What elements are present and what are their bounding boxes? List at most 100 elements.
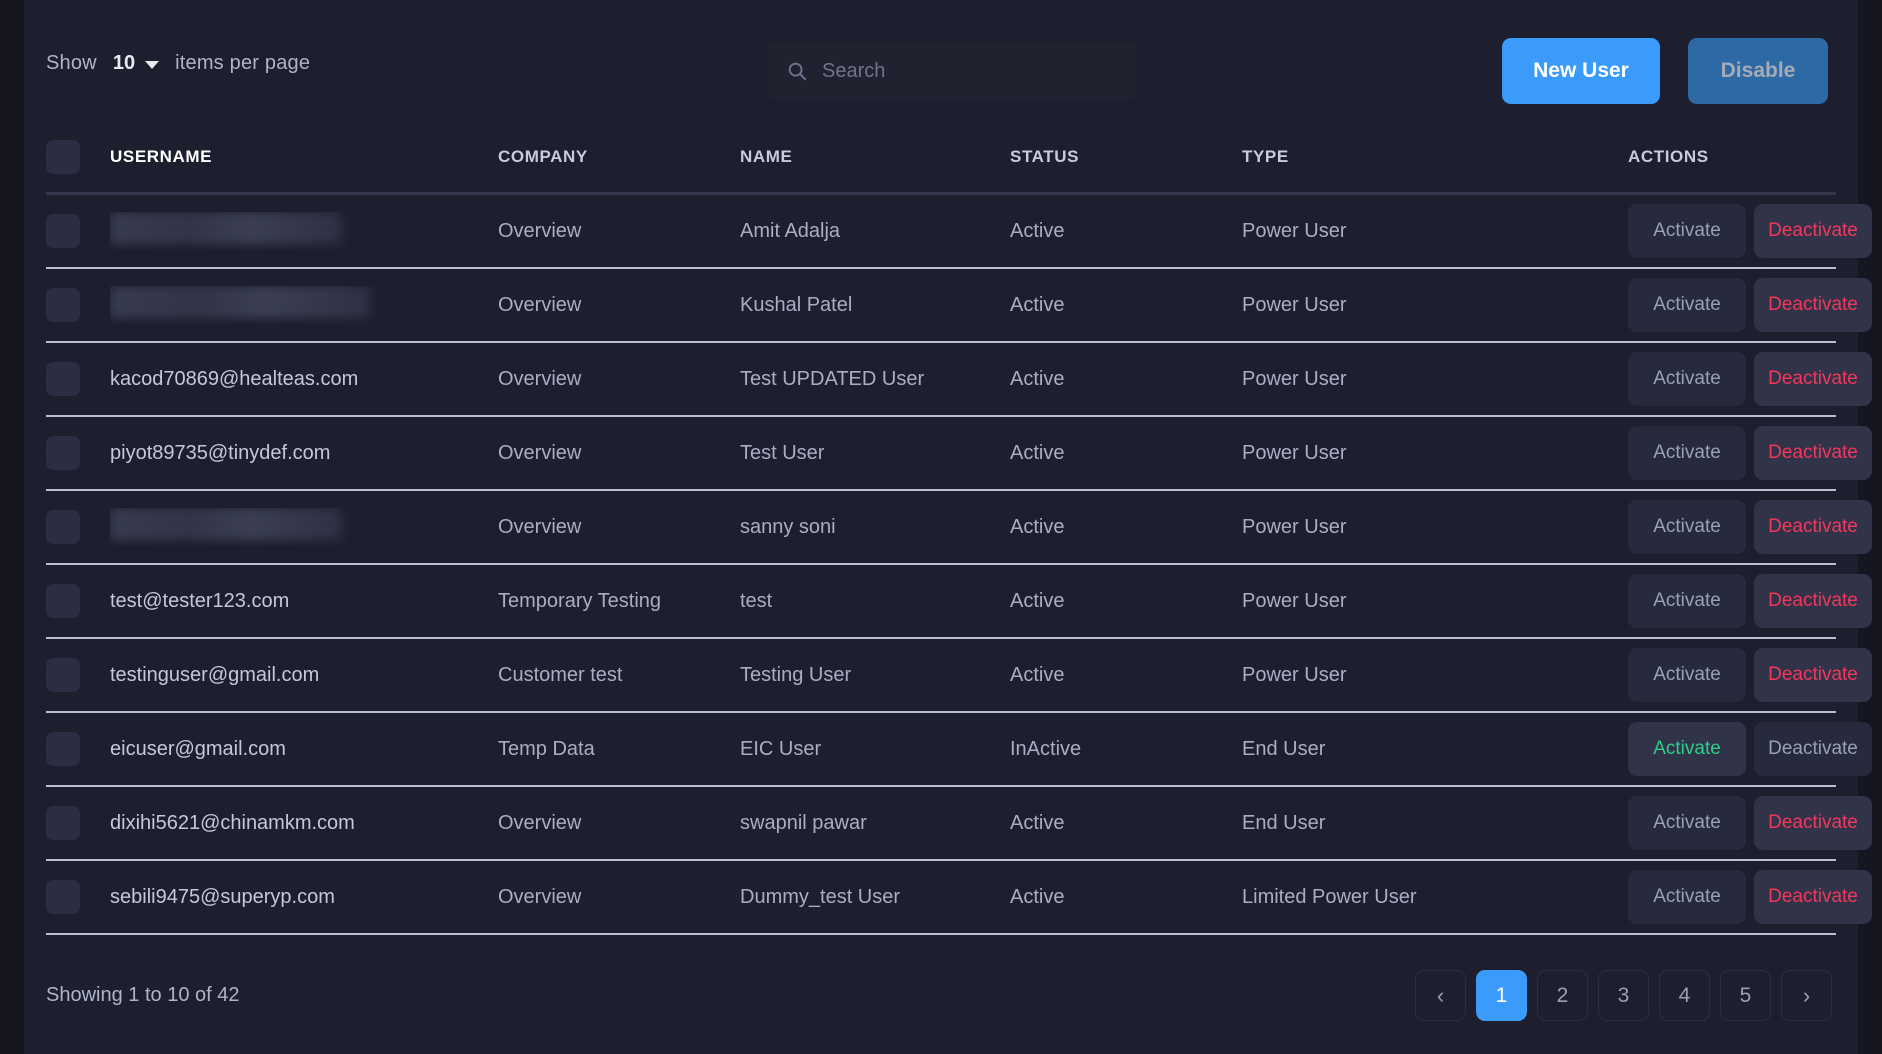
show-label: Show	[46, 52, 97, 74]
row-checkbox[interactable]	[46, 806, 80, 840]
activate-button[interactable]: Activate	[1628, 870, 1746, 924]
row-checkbox[interactable]	[46, 658, 80, 692]
deactivate-button[interactable]: Deactivate	[1754, 426, 1872, 480]
row-select-cell	[46, 806, 110, 840]
cell-actions: Activate Deactivate	[1628, 722, 1872, 776]
cell-name: Test UPDATED User	[740, 367, 925, 390]
disable-button[interactable]: Disable	[1688, 38, 1828, 104]
cell-name: Kushal Patel	[740, 293, 853, 316]
items-per-page-label: items per page	[175, 52, 311, 74]
cell-type: Power User	[1242, 663, 1347, 686]
page-size-select[interactable]: 10	[111, 50, 161, 77]
table-row: kacod70869@healteas.com Overview Test UPDA…	[24, 343, 1872, 415]
cell-status: Active	[1010, 219, 1065, 242]
username-text: sebili9475@superyp.com	[110, 885, 335, 908]
pagination-page-3[interactable]: 3	[1598, 970, 1649, 1021]
activate-button[interactable]: Activate	[1628, 352, 1746, 406]
activate-button[interactable]: Activate	[1628, 426, 1746, 480]
column-header-username[interactable]: USERNAME	[110, 147, 498, 167]
cell-status: Active	[1010, 367, 1065, 390]
table-row: Overview sanny soni Active Power User Activa…	[24, 491, 1872, 563]
cell-status: Active	[1010, 811, 1065, 834]
pagination-page-4[interactable]: 4	[1659, 970, 1710, 1021]
cell-username: piyot89735@tinydef.com	[110, 442, 498, 465]
table-row: testinguser@gmail.com Customer test Testin…	[24, 639, 1872, 711]
redacted-username	[110, 212, 342, 244]
cell-name: test	[740, 589, 773, 612]
content-panel: Show 10 items per page New User Disable	[24, 0, 1872, 1054]
cell-name: sanny soni	[740, 515, 836, 538]
pagination: ‹ 1 2 3 4 5 ›	[1415, 970, 1832, 1021]
chevron-right-icon: ›	[1802, 982, 1811, 1008]
column-header-status[interactable]: STATUS	[1010, 147, 1242, 167]
page-size-value: 10	[112, 52, 136, 74]
cell-username: testinguser@gmail.com	[110, 664, 498, 687]
activate-button[interactable]: Activate	[1628, 574, 1746, 628]
deactivate-button[interactable]: Deactivate	[1754, 796, 1872, 850]
column-header-type[interactable]: TYPE	[1242, 147, 1628, 167]
deactivate-button[interactable]: Deactivate	[1754, 648, 1872, 702]
row-checkbox[interactable]	[46, 436, 80, 470]
cell-company: Temporary Testing	[498, 589, 662, 612]
table-row: test@tester123.com Temporary Testing test A…	[24, 565, 1872, 637]
row-checkbox[interactable]	[46, 732, 80, 766]
activate-button[interactable]: Activate	[1628, 278, 1746, 332]
cell-status: Active	[1010, 441, 1065, 464]
deactivate-button[interactable]: Deactivate	[1754, 870, 1872, 924]
cell-type: Power User	[1242, 293, 1347, 316]
pagination-page-1[interactable]: 1	[1476, 970, 1527, 1021]
row-divider	[46, 489, 1836, 491]
new-user-button[interactable]: New User	[1502, 38, 1660, 104]
column-header-name[interactable]: NAME	[740, 147, 1010, 167]
column-header-company[interactable]: COMPANY	[498, 147, 740, 167]
search-box[interactable]	[768, 42, 1136, 100]
row-divider	[46, 711, 1836, 713]
cell-type: Power User	[1242, 219, 1347, 242]
cell-actions: Activate Deactivate	[1628, 870, 1872, 924]
row-checkbox[interactable]	[46, 362, 80, 396]
cell-username	[110, 508, 498, 546]
row-divider	[46, 933, 1836, 935]
row-checkbox[interactable]	[46, 880, 80, 914]
cell-name: Testing User	[740, 663, 852, 686]
pagination-page-2[interactable]: 2	[1537, 970, 1588, 1021]
pagination-next-button[interactable]: ›	[1781, 970, 1832, 1021]
activate-button[interactable]: Activate	[1628, 204, 1746, 258]
cell-name: Test User	[740, 441, 825, 464]
select-all-cell	[46, 140, 110, 174]
activate-button[interactable]: Activate	[1628, 648, 1746, 702]
select-all-checkbox[interactable]	[46, 140, 80, 174]
cell-company: Overview	[498, 367, 582, 390]
pagination-page-5[interactable]: 5	[1720, 970, 1771, 1021]
search-icon	[786, 60, 808, 82]
deactivate-button[interactable]: Deactivate	[1754, 722, 1872, 776]
search-input[interactable]	[822, 59, 1118, 83]
cell-username	[110, 286, 498, 324]
cell-username: sebili9475@superyp.com	[110, 886, 498, 909]
row-select-cell	[46, 732, 110, 766]
deactivate-button[interactable]: Deactivate	[1754, 278, 1872, 332]
row-select-cell	[46, 288, 110, 322]
deactivate-button[interactable]: Deactivate	[1754, 352, 1872, 406]
cell-company: Overview	[498, 293, 582, 316]
cell-name: Amit Adalja	[740, 219, 841, 242]
row-checkbox[interactable]	[46, 288, 80, 322]
row-divider	[46, 563, 1836, 565]
activate-button[interactable]: Activate	[1628, 500, 1746, 554]
activate-button[interactable]: Activate	[1628, 796, 1746, 850]
showing-count-label: Showing 1 to 10 of 42	[46, 984, 240, 1006]
row-checkbox[interactable]	[46, 584, 80, 618]
cell-actions: Activate Deactivate	[1628, 574, 1872, 628]
deactivate-button[interactable]: Deactivate	[1754, 574, 1872, 628]
deactivate-button[interactable]: Deactivate	[1754, 204, 1872, 258]
activate-button[interactable]: Activate	[1628, 722, 1746, 776]
row-divider	[46, 859, 1836, 861]
cell-name: EIC User	[740, 737, 822, 760]
row-checkbox[interactable]	[46, 510, 80, 544]
redacted-username	[110, 508, 342, 540]
pagination-prev-button[interactable]: ‹	[1415, 970, 1466, 1021]
cell-actions: Activate Deactivate	[1628, 204, 1872, 258]
deactivate-button[interactable]: Deactivate	[1754, 500, 1872, 554]
cell-type: Power User	[1242, 441, 1347, 464]
row-checkbox[interactable]	[46, 214, 80, 248]
